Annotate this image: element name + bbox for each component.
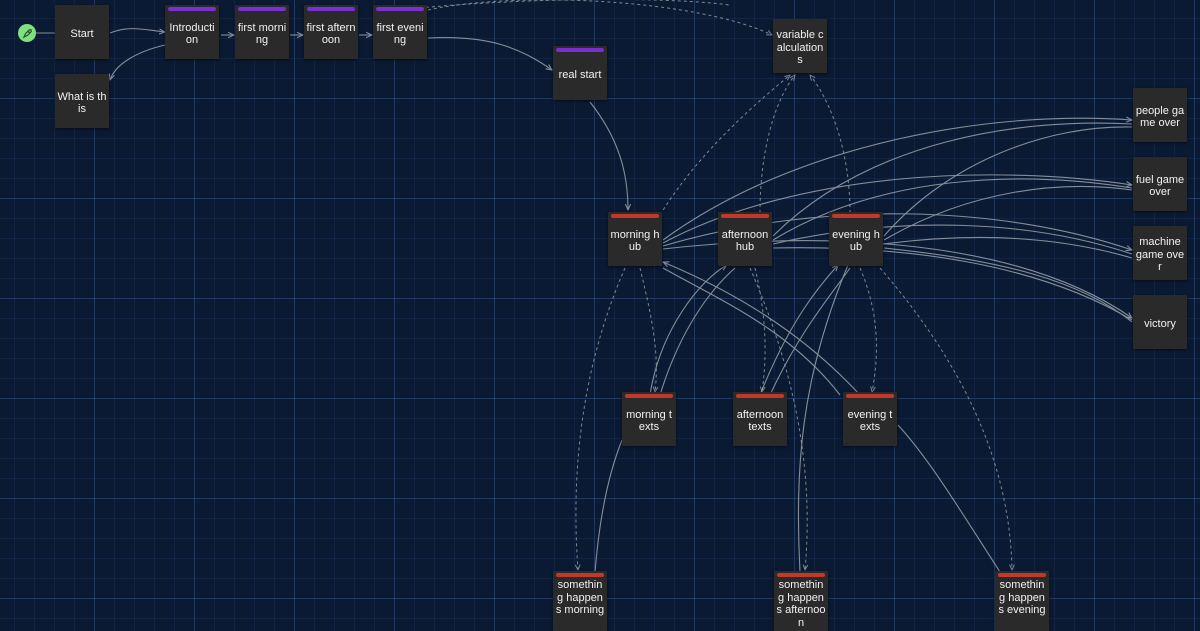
node-something-happens-morning[interactable]: something happens morning (553, 571, 607, 631)
node-label: Introduction (169, 21, 215, 47)
node-variable-calculations[interactable]: variable calculations (773, 19, 827, 73)
node-start[interactable]: Start (55, 5, 109, 59)
node-label: first afternoon (306, 21, 356, 47)
node-label: first morning (237, 21, 287, 47)
start-point-marker[interactable] (18, 24, 36, 42)
node-label: afternoon texts (736, 408, 784, 434)
node-label: Start (70, 27, 94, 40)
node-afternoon-texts[interactable]: afternoon texts (733, 392, 787, 446)
node-label: victory (1144, 317, 1176, 330)
node-label: fuel game over (1135, 173, 1185, 199)
node-label: morning hub (610, 228, 660, 254)
node-afternoon-hub[interactable]: afternoon hub (718, 212, 772, 266)
node-what-is-this[interactable]: What is this (55, 74, 109, 128)
node-label: something happens evening (998, 579, 1046, 616)
node-label: something happens afternoon (776, 579, 826, 629)
link-firstevening-realstart (427, 37, 552, 70)
node-label: real start (558, 68, 602, 81)
node-label: variable calculations (776, 29, 824, 67)
link-start-introduction (109, 28, 165, 33)
node-label: first evening (376, 21, 424, 47)
node-label: something happens morning (555, 579, 605, 616)
node-label: What is this (57, 90, 107, 116)
node-something-happens-evening[interactable]: something happens evening (995, 571, 1049, 631)
node-introduction[interactable]: Introduction (165, 5, 219, 59)
node-something-happens-afternoon[interactable]: something happens afternoon (774, 571, 828, 631)
node-fuel-game-over[interactable]: fuel game over (1133, 157, 1187, 211)
node-machine-game-over[interactable]: machine game over (1133, 226, 1187, 280)
node-morning-texts[interactable]: morning texts (622, 392, 676, 446)
node-first-afternoon[interactable]: first afternoon (304, 5, 358, 59)
node-evening-hub[interactable]: evening hub (829, 212, 883, 266)
story-map-canvas[interactable]: Start What is this Introduction first mo… (0, 0, 1200, 631)
node-people-game-over[interactable]: people game over (1133, 88, 1187, 142)
node-morning-hub[interactable]: morning hub (608, 212, 662, 266)
rocket-icon (22, 28, 32, 38)
node-label: evening hub (832, 228, 880, 254)
node-victory[interactable]: victory (1133, 295, 1187, 349)
node-label: evening texts (847, 408, 893, 434)
node-label: morning texts (626, 408, 672, 434)
link-realstart-morninghub (589, 101, 628, 210)
node-first-morning[interactable]: first morning (235, 5, 289, 59)
node-first-evening[interactable]: first evening (373, 5, 427, 59)
node-real-start[interactable]: real start (553, 46, 607, 100)
link-introduction-what (110, 44, 166, 80)
node-label: people game over (1135, 104, 1185, 130)
node-evening-texts[interactable]: evening texts (843, 392, 897, 446)
node-label: machine game over (1135, 236, 1185, 274)
node-label: afternoon hub (721, 228, 769, 254)
